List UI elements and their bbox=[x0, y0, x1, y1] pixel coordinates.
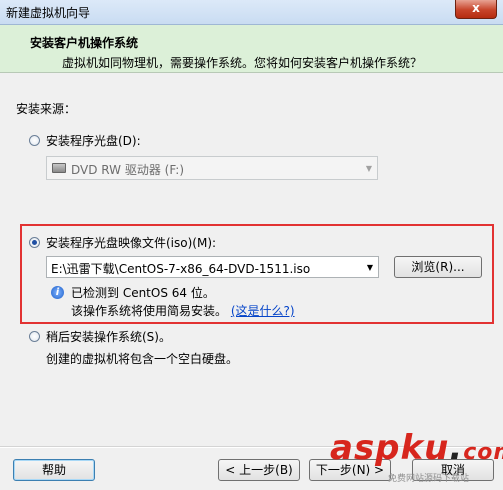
close-button[interactable]: x bbox=[455, 0, 497, 19]
info-icon: i bbox=[51, 286, 64, 299]
disc-radio-label[interactable]: 安装程序光盘(D): bbox=[46, 132, 141, 149]
disc-drive-select[interactable]: DVD RW 驱动器 (F:) ▼ bbox=[46, 156, 378, 180]
window-titlebar[interactable]: 新建虚拟机向导 x bbox=[0, 0, 503, 25]
later-radio-label[interactable]: 稍后安装操作系统(S)。 bbox=[46, 328, 171, 345]
iso-path-value: E:\迅雷下载\CentOS-7-x86_64-DVD-1511.iso bbox=[51, 262, 311, 276]
disc-drive-value: DVD RW 驱动器 (F:) bbox=[71, 163, 185, 177]
later-radio[interactable] bbox=[29, 331, 40, 342]
what-is-this-link[interactable]: (这是什么?) bbox=[231, 304, 295, 318]
detected-os-text: 已检测到 CentOS 64 位。 bbox=[71, 286, 215, 300]
watermark-text: aspku bbox=[330, 428, 450, 468]
easy-install-text: 该操作系统将使用简易安装。 (这是什么?) bbox=[71, 302, 295, 319]
window-title: 新建虚拟机向导 bbox=[6, 6, 91, 20]
browse-button[interactable]: 浏览(R)... bbox=[394, 256, 482, 278]
close-icon: x bbox=[472, 1, 480, 15]
iso-radio-label[interactable]: 安装程序光盘映像文件(iso)(M): bbox=[46, 234, 216, 251]
dvd-drive-icon bbox=[52, 163, 66, 173]
watermark-dot: . bbox=[449, 428, 464, 468]
watermark-tld: com bbox=[463, 440, 503, 465]
iso-radio[interactable] bbox=[29, 237, 40, 248]
easy-install-label: 该操作系统将使用简易安装。 bbox=[71, 304, 228, 318]
wizard-header: 安装客户机操作系统 虚拟机如同物理机，需要操作系统。您将如何安装客户机操作系统？ bbox=[0, 25, 503, 73]
watermark-subtext: 免费网站源码下载站 bbox=[388, 474, 470, 484]
chevron-down-icon: ▼ bbox=[365, 163, 373, 173]
help-button[interactable]: 帮助 bbox=[13, 459, 95, 481]
page-subtitle: 虚拟机如同物理机，需要操作系统。您将如何安装客户机操作系统？ bbox=[62, 56, 423, 70]
install-source-label: 安装来源： bbox=[16, 102, 77, 116]
iso-path-input[interactable]: E:\迅雷下载\CentOS-7-x86_64-DVD-1511.iso ▼ bbox=[46, 256, 379, 278]
page-title: 安装客户机操作系统 bbox=[30, 36, 139, 50]
disc-radio[interactable] bbox=[29, 135, 40, 146]
later-description: 创建的虚拟机将包含一个空白硬盘。 bbox=[46, 352, 239, 366]
back-button[interactable]: < 上一步(B) bbox=[218, 459, 300, 481]
watermark-logo: aspku.com bbox=[330, 428, 503, 468]
chevron-down-icon[interactable]: ▼ bbox=[362, 257, 378, 277]
